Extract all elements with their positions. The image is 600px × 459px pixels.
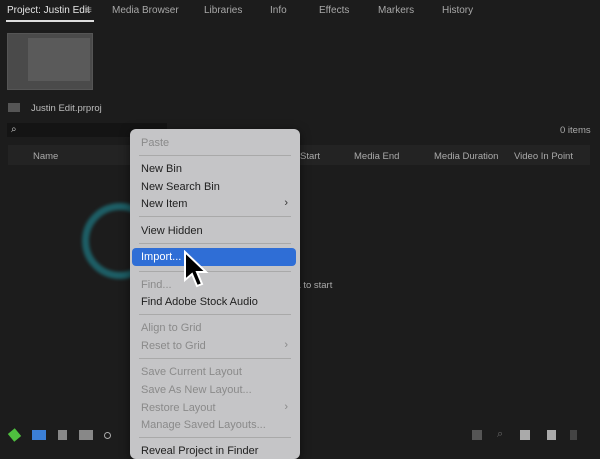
tab-info[interactable]: Info [270,5,287,16]
tab-markers[interactable]: Markers [378,5,414,16]
panel-menu-icon[interactable]: ≡ [86,5,92,16]
menu-item-new-item[interactable]: New Item [141,198,187,210]
menu-item-save-as-new-layout[interactable]: Save As New Layout... [141,384,252,396]
item-count: 0 items [560,125,591,136]
menu-item-manage-saved-layouts[interactable]: Manage Saved Layouts... [141,419,266,431]
menu-item-align-to-grid[interactable]: Align to Grid [141,322,202,334]
new-bin-icon[interactable] [520,430,530,440]
pencil-icon[interactable] [7,428,22,442]
column-video-in-point[interactable]: Video In Point [514,151,573,162]
tab-media-browser[interactable]: Media Browser [112,5,179,16]
tab-libraries[interactable]: Libraries [204,5,242,16]
column-start[interactable]: Start [300,151,320,162]
chevron-right-icon: › [284,197,288,209]
list-view-icon[interactable] [32,430,46,440]
menu-item-restore-layout[interactable]: Restore Layout [141,402,216,414]
column-media-end[interactable]: Media End [354,151,399,162]
menu-item-new-bin[interactable]: New Bin [141,163,182,175]
context-menu: Paste New Bin New Search Bin New Item › … [130,129,300,459]
tab-project[interactable]: Project: Justin Edit [7,5,90,16]
menu-item-find[interactable]: Find... [141,279,172,291]
menu-item-save-current-layout[interactable]: Save Current Layout [141,366,242,378]
icon-view-icon[interactable] [58,430,67,440]
column-name[interactable]: Name [33,151,58,162]
menu-item-reset-to-grid[interactable]: Reset to Grid [141,340,206,352]
active-tab-underline [6,20,94,22]
freeform-view-icon[interactable] [79,430,93,440]
chevron-right-icon: › [284,339,288,351]
menu-item-view-hidden[interactable]: View Hidden [141,225,203,237]
project-thumbnail [7,33,93,90]
project-file-name: Justin Edit.prproj [31,103,102,114]
menu-item-paste[interactable]: Paste [141,137,169,149]
trash-icon[interactable] [570,430,577,440]
chevron-right-icon: › [284,401,288,413]
automate-to-sequence-icon[interactable] [472,430,482,440]
new-item-icon[interactable] [547,430,556,440]
tab-effects[interactable]: Effects [319,5,349,16]
tab-history[interactable]: History [442,5,473,16]
mouse-cursor-icon [184,250,209,288]
search-icon: ⌕ [11,124,17,135]
menu-item-new-search-bin[interactable]: New Search Bin [141,181,220,193]
column-media-duration[interactable]: Media Duration [434,151,498,162]
find-icon[interactable]: ⌕ [497,428,503,441]
menu-item-find-adobe-stock-audio[interactable]: Find Adobe Stock Audio [141,296,258,308]
menu-item-import[interactable]: Import... [141,251,181,263]
project-folder-icon [8,103,20,112]
menu-item-reveal-in-finder[interactable]: Reveal Project in Finder [141,445,258,457]
zoom-slider[interactable] [104,432,111,439]
